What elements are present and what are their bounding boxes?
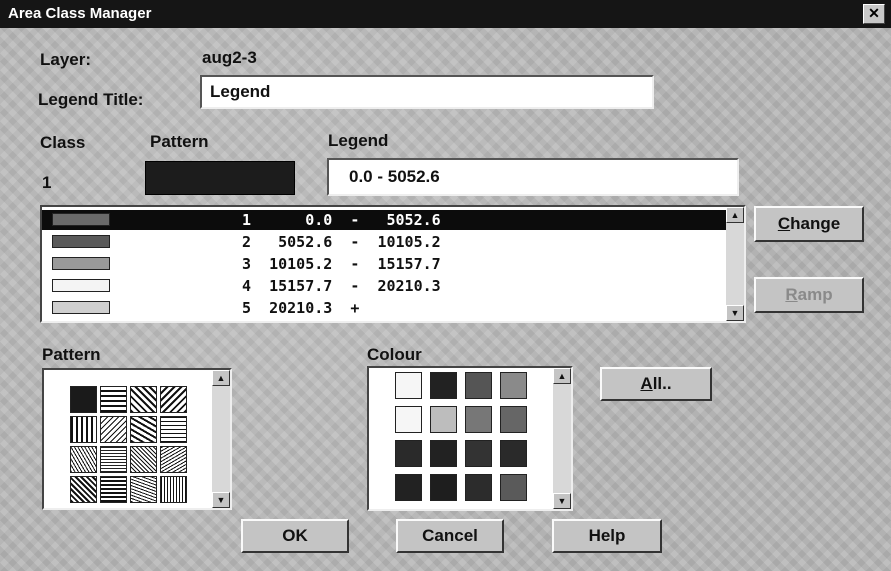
class-range-label: 5 20210.3 + (242, 299, 360, 317)
colour-swatch[interactable] (500, 372, 527, 399)
ramp-button[interactable]: Ramp (754, 277, 864, 313)
class-header: Class (40, 133, 86, 152)
legend-title-input[interactable]: Legend (200, 75, 654, 109)
class-pattern-swatch (52, 257, 110, 270)
pattern-swatch[interactable] (130, 446, 157, 473)
class-range-label: 3 10105.2 - 15157.7 (242, 255, 441, 273)
change-button-label: hange (790, 214, 841, 233)
pattern-scrollbar[interactable]: ▲ ▼ (212, 370, 230, 508)
colour-swatch[interactable] (500, 406, 527, 433)
class-range-label: 4 15157.7 - 20210.3 (242, 277, 441, 295)
colour-swatch[interactable] (500, 474, 527, 501)
class-list-row[interactable]: 1 0.0 - 5052.6 (42, 210, 726, 230)
colour-palette[interactable]: ▲ ▼ (367, 366, 573, 511)
colour-swatch[interactable] (395, 474, 422, 501)
legend-value-input[interactable]: 0.0 - 5052.6 (327, 158, 739, 196)
pattern-swatch[interactable] (160, 446, 187, 473)
help-button[interactable]: Help (552, 519, 662, 553)
current-class-number: 1 (42, 173, 52, 192)
all-button-mnemonic: A (640, 374, 653, 393)
scroll-up-icon[interactable]: ▲ (553, 368, 571, 384)
ok-button[interactable]: OK (241, 519, 349, 553)
layer-value: aug2-3 (202, 48, 257, 67)
pattern-section-label: Pattern (42, 345, 101, 364)
class-pattern-swatch (52, 301, 110, 314)
pattern-swatch[interactable] (130, 386, 157, 413)
colour-swatch[interactable] (465, 474, 492, 501)
colour-swatch[interactable] (465, 406, 492, 433)
legend-title-label: Legend Title: (38, 90, 144, 109)
ramp-button-label: amp (797, 285, 833, 304)
colour-swatch[interactable] (430, 474, 457, 501)
legend-header: Legend (328, 131, 389, 150)
all-button[interactable]: All.. (600, 367, 712, 401)
pattern-swatch[interactable] (130, 476, 157, 503)
class-list-row[interactable]: 2 5052.6 - 10105.2 (42, 232, 726, 252)
colour-swatch[interactable] (430, 406, 457, 433)
scroll-down-icon[interactable]: ▼ (553, 493, 571, 509)
class-list-scrollbar[interactable]: ▲ ▼ (726, 207, 744, 321)
scroll-down-icon[interactable]: ▼ (212, 492, 230, 508)
pattern-palette[interactable]: ▲ ▼ (42, 368, 232, 510)
pattern-swatch[interactable] (70, 476, 97, 503)
colour-section-label: Colour (367, 345, 422, 364)
class-list[interactable]: 1 0.0 - 5052.6 2 5052.6 - 10105.2 3 10105.… (40, 205, 746, 323)
change-button-mnemonic: C (777, 214, 791, 233)
class-list-row[interactable]: 3 10105.2 - 15157.7 (42, 254, 726, 274)
class-range-label: 2 5052.6 - 10105.2 (242, 233, 441, 251)
pattern-swatch[interactable] (160, 476, 187, 503)
pattern-swatch[interactable] (100, 446, 127, 473)
pattern-header: Pattern (150, 132, 209, 151)
pattern-swatch[interactable] (100, 386, 127, 413)
class-pattern-swatch (52, 213, 110, 226)
pattern-swatch[interactable] (100, 476, 127, 503)
colour-swatch[interactable] (465, 372, 492, 399)
class-pattern-swatch (52, 279, 110, 292)
pattern-swatch[interactable] (100, 416, 127, 443)
pattern-swatch[interactable] (160, 416, 187, 443)
class-pattern-swatch (52, 235, 110, 248)
class-list-row[interactable]: 5 20210.3 + (42, 298, 726, 318)
pattern-swatch[interactable] (70, 446, 97, 473)
colour-swatch[interactable] (430, 440, 457, 467)
pattern-swatch[interactable] (70, 386, 97, 413)
class-range-label: 1 0.0 - 5052.6 (242, 211, 441, 229)
colour-swatch[interactable] (395, 372, 422, 399)
scroll-up-icon[interactable]: ▲ (726, 207, 744, 223)
colour-swatch[interactable] (395, 406, 422, 433)
pattern-swatch[interactable] (160, 386, 187, 413)
colour-swatch[interactable] (430, 372, 457, 399)
close-icon[interactable]: ✕ (863, 4, 885, 24)
area-class-manager-dialog: Area Class Manager ✕ Layer: aug2-3 Legen… (0, 0, 891, 571)
colour-scrollbar[interactable]: ▲ ▼ (553, 368, 571, 509)
scroll-down-icon[interactable]: ▼ (726, 305, 744, 321)
ramp-button-mnemonic: R (785, 285, 798, 304)
colour-swatch[interactable] (465, 440, 492, 467)
layer-label: Layer: (40, 50, 92, 69)
colour-swatch[interactable] (395, 440, 422, 467)
pattern-swatch[interactable] (70, 416, 97, 443)
scroll-up-icon[interactable]: ▲ (212, 370, 230, 386)
window-title: Area Class Manager (8, 5, 152, 22)
title-bar: Area Class Manager ✕ (0, 0, 891, 28)
pattern-swatch[interactable] (130, 416, 157, 443)
cancel-button[interactable]: Cancel (396, 519, 504, 553)
all-button-label: ll.. (652, 374, 672, 393)
change-button[interactable]: Change (754, 206, 864, 242)
class-list-row[interactable]: 4 15157.7 - 20210.3 (42, 276, 726, 296)
colour-swatch[interactable] (500, 440, 527, 467)
current-pattern-swatch (145, 161, 295, 195)
